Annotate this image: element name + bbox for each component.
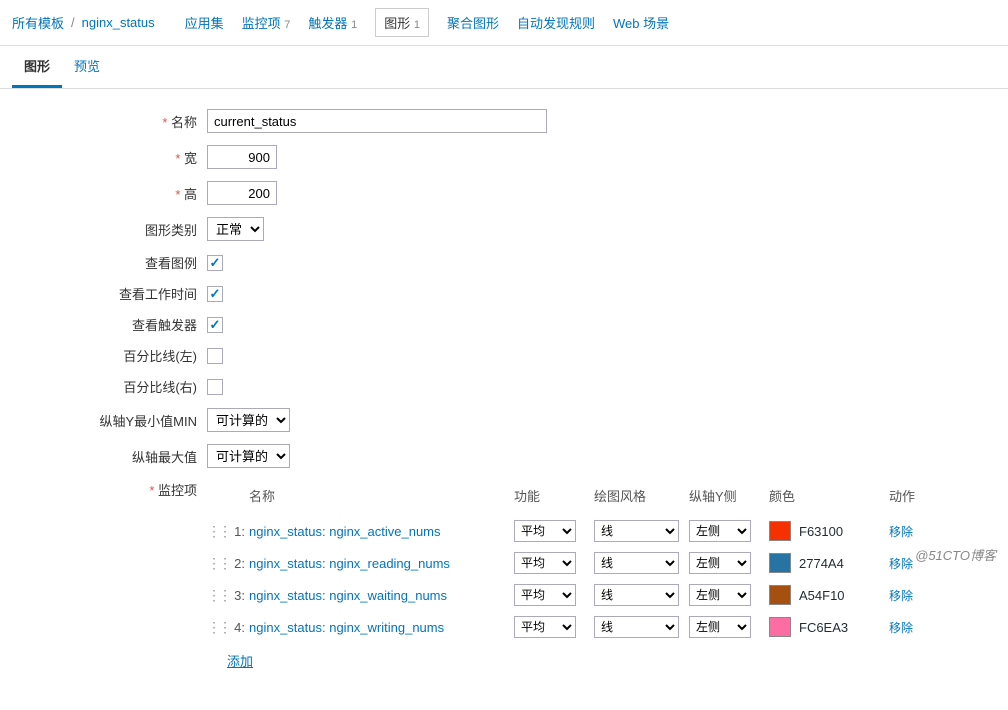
form-area: 名称 宽 高 图形类别 正常 查看图例 查看工作时间 查看触发器 百分比线(左)…: [0, 89, 1008, 710]
select-yaxis[interactable]: 左侧: [689, 552, 751, 574]
nav-apps[interactable]: 应用集: [185, 13, 224, 32]
color-code: 2774A4: [799, 556, 844, 571]
color-code: F63100: [799, 524, 843, 539]
table-row: 2: nginx_status: nginx_reading_nums 平均 线…: [207, 547, 996, 579]
header-style: 绘图风格: [594, 486, 689, 505]
color-swatch[interactable]: [769, 617, 791, 637]
select-yaxis[interactable]: 左侧: [689, 584, 751, 606]
table-row: 3: nginx_status: nginx_waiting_nums 平均 线…: [207, 579, 996, 611]
color-swatch[interactable]: [769, 553, 791, 573]
select-func[interactable]: 平均: [514, 584, 576, 606]
label-ymax: 纵轴最大值: [12, 447, 207, 466]
label-type: 图形类别: [12, 220, 207, 239]
select-ymin[interactable]: 可计算的: [207, 408, 290, 432]
header-color: 颜色: [769, 486, 889, 505]
header-action: 动作: [889, 486, 939, 505]
row-num: 1:: [227, 524, 249, 539]
color-swatch[interactable]: [769, 585, 791, 605]
select-type[interactable]: 正常: [207, 217, 264, 241]
add-item-link[interactable]: 添加: [227, 651, 253, 670]
checkbox-pleft[interactable]: [207, 348, 223, 364]
nav-discovery[interactable]: 自动发现规则: [517, 13, 595, 32]
header-yaxis: 纵轴Y侧: [689, 486, 769, 505]
items-header: 名称 功能 绘图风格 纵轴Y侧 颜色 动作: [207, 480, 996, 515]
input-name[interactable]: [207, 109, 547, 133]
remove-link[interactable]: 移除: [889, 589, 913, 603]
drag-handle-icon[interactable]: [207, 555, 227, 572]
remove-link[interactable]: 移除: [889, 557, 913, 571]
header-func: 功能: [514, 486, 594, 505]
select-style[interactable]: 线: [594, 520, 679, 542]
nav-screens[interactable]: 聚合图形: [447, 13, 499, 32]
label-legend: 查看图例: [12, 253, 207, 272]
item-name-link[interactable]: nginx_status: nginx_waiting_nums: [249, 588, 447, 603]
table-row: 4: nginx_status: nginx_writing_nums 平均 线…: [207, 611, 996, 643]
label-pright: 百分比线(右): [12, 377, 207, 396]
row-num: 4:: [227, 620, 249, 635]
checkbox-pright[interactable]: [207, 379, 223, 395]
breadcrumb-sep: /: [71, 15, 75, 30]
select-yaxis[interactable]: 左侧: [689, 616, 751, 638]
label-worktime: 查看工作时间: [12, 284, 207, 303]
nav-items[interactable]: 监控项 7: [242, 13, 291, 32]
drag-handle-icon[interactable]: [207, 523, 227, 540]
breadcrumb-root[interactable]: 所有模板: [12, 13, 64, 32]
item-name-link[interactable]: nginx_status: nginx_writing_nums: [249, 620, 444, 635]
select-style[interactable]: 线: [594, 584, 679, 606]
label-height: 高: [12, 184, 207, 203]
drag-handle-icon[interactable]: [207, 619, 227, 636]
item-name-link[interactable]: nginx_status: nginx_reading_nums: [249, 556, 450, 571]
nav-web[interactable]: Web 场景: [613, 13, 669, 32]
row-num: 3:: [227, 588, 249, 603]
input-width[interactable]: [207, 145, 277, 169]
select-func[interactable]: 平均: [514, 616, 576, 638]
tab-graph[interactable]: 图形: [12, 46, 62, 88]
select-yaxis[interactable]: 左侧: [689, 520, 751, 542]
checkbox-worktime[interactable]: [207, 286, 223, 302]
color-swatch[interactable]: [769, 521, 791, 541]
watermark: @51CTO博客: [915, 545, 996, 564]
nav-graphs[interactable]: 图形 1: [375, 8, 429, 37]
label-triggers: 查看触发器: [12, 315, 207, 334]
remove-link[interactable]: 移除: [889, 621, 913, 635]
label-ymin: 纵轴Y最小值MIN: [12, 411, 207, 430]
select-style[interactable]: 线: [594, 552, 679, 574]
select-func[interactable]: 平均: [514, 520, 576, 542]
remove-link[interactable]: 移除: [889, 525, 913, 539]
nav-triggers[interactable]: 触发器 1: [308, 13, 357, 32]
label-name: 名称: [12, 112, 207, 131]
label-pleft: 百分比线(左): [12, 346, 207, 365]
color-code: A54F10: [799, 588, 845, 603]
color-code: FC6EA3: [799, 620, 848, 635]
table-row: 1: nginx_status: nginx_active_nums 平均 线 …: [207, 515, 996, 547]
tab-preview[interactable]: 预览: [62, 46, 112, 88]
checkbox-legend[interactable]: [207, 255, 223, 271]
row-num: 2:: [227, 556, 249, 571]
select-style[interactable]: 线: [594, 616, 679, 638]
header-name: 名称: [249, 486, 514, 505]
label-width: 宽: [12, 148, 207, 167]
input-height[interactable]: [207, 181, 277, 205]
label-items: 监控项: [12, 480, 207, 499]
items-table: 名称 功能 绘图风格 纵轴Y侧 颜色 动作 1: nginx_status: n…: [207, 480, 996, 670]
select-func[interactable]: 平均: [514, 552, 576, 574]
breadcrumb-nav: 所有模板 / nginx_status 应用集 监控项 7 触发器 1 图形 1…: [0, 0, 1008, 46]
checkbox-triggers[interactable]: [207, 317, 223, 333]
breadcrumb-current[interactable]: nginx_status: [82, 15, 155, 30]
item-name-link[interactable]: nginx_status: nginx_active_nums: [249, 524, 441, 539]
select-ymax[interactable]: 可计算的: [207, 444, 290, 468]
drag-handle-icon[interactable]: [207, 587, 227, 604]
tabs: 图形 预览: [0, 46, 1008, 89]
